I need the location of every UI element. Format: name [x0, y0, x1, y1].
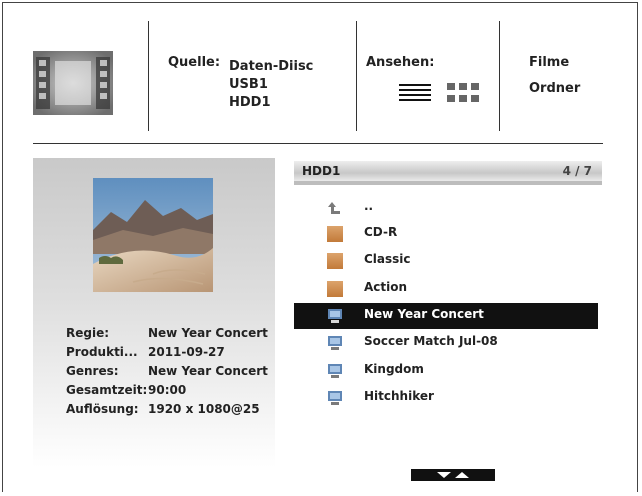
media-browser-window: Quelle: Daten-Diisc USB1 HDD1 Ansehen: F… — [2, 2, 638, 492]
folder-icon — [327, 281, 343, 297]
info-label-duration: Gesamtzeit: — [66, 383, 148, 397]
info-value-resolution: 1920 x 1080@25 — [148, 402, 260, 416]
file-row-video[interactable]: Kingdom — [294, 358, 598, 384]
info-value-director: New Year Concert — [148, 326, 268, 340]
category-item-movies[interactable]: Filme — [529, 55, 580, 81]
view-mode-switch — [399, 83, 479, 103]
folder-icon — [327, 226, 343, 242]
file-row-folder[interactable]: Action — [294, 276, 598, 302]
file-name: Soccer Match Jul-08 — [364, 334, 498, 348]
info-label-production: Produkti... — [66, 345, 138, 359]
file-name: New Year Concert — [364, 307, 484, 321]
view-label: Ansehen: — [366, 55, 435, 70]
file-name: Classic — [364, 252, 411, 266]
info-label-resolution: Auflösung: — [66, 402, 139, 416]
file-name: .. — [364, 199, 374, 213]
file-row-video[interactable]: Soccer Match Jul-08 — [294, 330, 598, 356]
category-item-folders[interactable]: Ordner — [529, 81, 580, 107]
source-label: Quelle: — [168, 55, 221, 70]
file-row-video-selected[interactable]: New Year Concert — [294, 303, 598, 329]
info-panel: Regie: New Year Concert Produkti... 2011… — [33, 158, 275, 468]
header-divider — [499, 21, 500, 131]
thumbnail-image — [93, 178, 213, 292]
file-row-folder[interactable]: CD-R — [294, 221, 598, 247]
file-list-header: HDD1 4 / 7 — [294, 161, 602, 185]
file-name: Hitchhiker — [364, 389, 434, 403]
info-value-duration: 90:00 — [148, 383, 187, 397]
grid-view-icon[interactable] — [447, 83, 479, 103]
file-name: Kingdom — [364, 362, 424, 376]
page-navigation-button[interactable] — [411, 469, 495, 481]
info-value-genres: New Year Concert — [148, 364, 268, 378]
source-item-hdd1[interactable]: HDD1 — [229, 91, 313, 115]
up-arrow-icon — [328, 202, 340, 214]
file-name: CD-R — [364, 225, 398, 239]
info-value-production: 2011-09-27 — [148, 345, 225, 359]
file-list-count: 4 / 7 — [562, 164, 592, 178]
video-file-icon — [328, 336, 342, 350]
category-list: Filme Ordner — [529, 55, 580, 107]
file-row-video[interactable]: Hitchhiker — [294, 385, 598, 411]
file-row-folder[interactable]: Classic — [294, 248, 598, 274]
info-label-director: Regie: — [66, 326, 110, 340]
header-divider — [148, 21, 149, 131]
list-view-icon[interactable] — [399, 83, 431, 103]
video-file-icon — [328, 391, 342, 405]
video-file-icon — [328, 364, 342, 378]
info-label-genres: Genres: — [66, 364, 119, 378]
header-divider — [356, 21, 357, 131]
file-name: Action — [364, 280, 408, 294]
source-list: Daten-Diisc USB1 HDD1 — [229, 55, 313, 115]
file-row-parent[interactable]: .. — [294, 195, 598, 221]
file-list-title: HDD1 — [302, 164, 341, 178]
header-bottom-divider — [33, 143, 603, 144]
film-icon — [33, 51, 113, 115]
video-file-icon — [328, 309, 342, 323]
folder-icon — [327, 253, 343, 269]
